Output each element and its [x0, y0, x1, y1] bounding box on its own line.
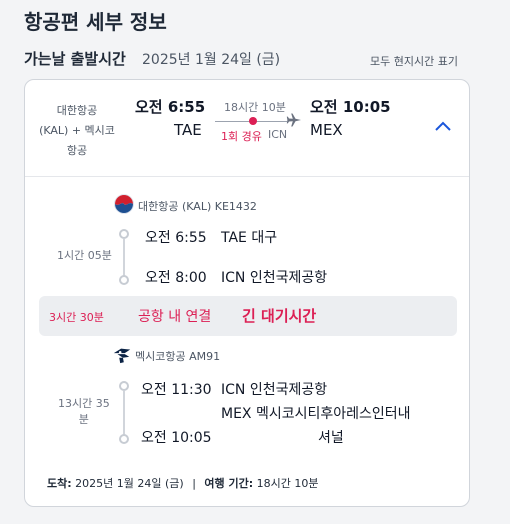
- segment2-departure-node: [119, 381, 129, 391]
- segment1-dep-place: TAE 대구: [221, 230, 278, 246]
- chevron-up-icon[interactable]: [433, 119, 453, 133]
- summary-arrive-time: 오전 10:05: [310, 98, 391, 116]
- arrival-label: 도착:: [47, 477, 72, 490]
- segment2-timeline: [123, 391, 125, 435]
- travel-value: 18시간 10분: [256, 477, 319, 490]
- page-title: 항공편 세부 정보: [24, 10, 167, 34]
- segment2-dep-place: ICN 인천국제공항: [221, 382, 328, 398]
- summary-depart-code: TAE: [174, 121, 202, 139]
- segment2-arr-time: 오전 10:05: [141, 430, 212, 446]
- section-heading: 가는날 출발시간: [24, 50, 126, 68]
- segment2-arr-place-cont: 셔널: [318, 430, 344, 446]
- aeromexico-logo: [113, 348, 131, 364]
- departure-date: 2025년 1월 24일 (금): [142, 52, 281, 68]
- summary-depart-time: 오전 6:55: [135, 98, 206, 116]
- korean-air-logo: [114, 194, 134, 214]
- segment2-carrier: 멕시코항공 AM91: [135, 350, 221, 363]
- long-wait-warning: 긴 대기시간: [242, 307, 317, 325]
- segment1-arrival-node: [119, 275, 129, 285]
- segment1-dep-time: 오전 6:55: [145, 230, 207, 246]
- summary-total-duration: 18시간 10분: [224, 101, 286, 114]
- segment2-dep-time: 오전 11:30: [141, 382, 212, 398]
- summary-stop-code: ICN: [268, 128, 288, 141]
- segment1-departure-node: [119, 229, 129, 239]
- trip-footer: 도착: 2025년 1월 24일 (금) | 여행 기간: 18시간 10분: [47, 475, 318, 491]
- footer-separator: |: [192, 477, 196, 490]
- segment2-duration-line: 13시간 35: [58, 397, 110, 410]
- segment2-arrival-node: [119, 434, 129, 444]
- segment2-duration: 13시간 35 분: [58, 396, 110, 428]
- summary-arrive-code: MEX: [310, 121, 343, 139]
- airline-summary-line: 대한항공: [56, 104, 98, 117]
- segment1-duration: 1시간 05분: [57, 249, 112, 262]
- card-divider: [25, 176, 469, 177]
- travel-label: 여행 기간:: [204, 477, 254, 490]
- layover-connection: 공항 내 연결: [138, 309, 212, 325]
- timezone-note: 모두 현지시간 표기: [370, 55, 458, 68]
- segment1-timeline: [123, 239, 125, 276]
- airline-summary-line: (KAL) + 멕시코: [39, 124, 115, 137]
- segment2-arr-place: MEX 멕시코시티후아레스인터내: [221, 406, 411, 422]
- airline-summary: 대한항공 (KAL) + 멕시코 항공: [35, 101, 119, 161]
- airplane-icon: [286, 113, 301, 127]
- segment1-arr-place: ICN 인천국제공항: [221, 270, 328, 286]
- summary-stops: 1회 경유: [221, 130, 262, 143]
- flight-detail-card: 대한항공 (KAL) + 멕시코 항공 오전 6:55 TAE 18시간 10분…: [24, 79, 470, 507]
- segment1-carrier: 대한항공 (KAL) KE1432: [138, 200, 257, 213]
- layover-duration: 3시간 30분: [49, 311, 104, 324]
- airline-summary-line: 항공: [66, 144, 88, 157]
- arrival-value: 2025년 1월 24일 (금): [75, 477, 184, 490]
- segment2-duration-line: 분: [78, 413, 89, 426]
- stop-dot: [249, 117, 257, 125]
- segment1-arr-time: 오전 8:00: [145, 270, 207, 286]
